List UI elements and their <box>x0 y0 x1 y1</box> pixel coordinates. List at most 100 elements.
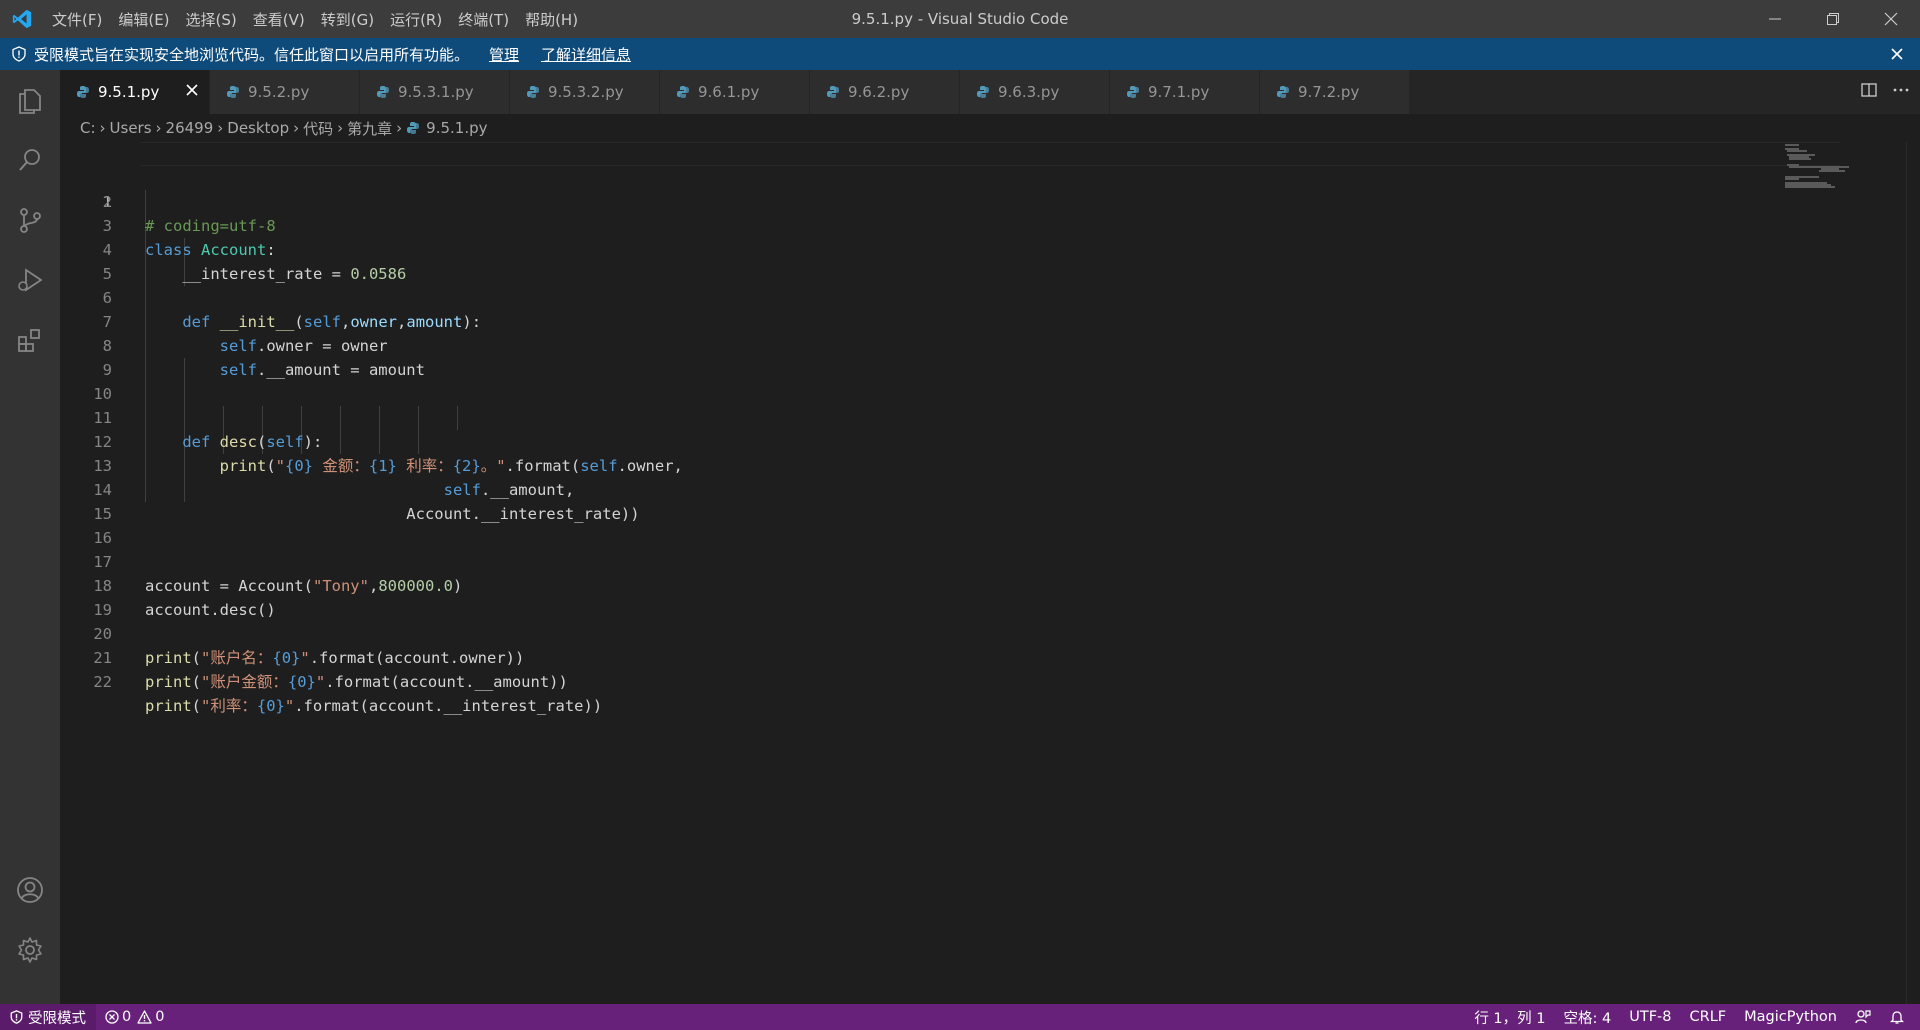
code-line: 7 self.owner = owner <box>60 286 1760 355</box>
string: " <box>284 697 295 715</box>
code-line: 16 <box>60 502 1760 547</box>
chevron-right-icon: › <box>99 119 106 137</box>
chevron-right-icon: › <box>155 119 162 137</box>
chevron-right-icon: › <box>217 119 224 137</box>
activity-bar <box>0 70 60 1004</box>
code-line: 21 print("账户金额：{0}".format(account.__amo… <box>60 622 1760 691</box>
code-line: 11 def desc(self): <box>60 382 1760 451</box>
breadcrumb-item[interactable]: C: <box>80 119 96 137</box>
vertical-scrollbar[interactable] <box>1906 142 1920 1004</box>
tab-9-5-1[interactable]: 9.5.1.py <box>60 70 210 114</box>
code-line: 10 <box>60 358 1760 403</box>
identifier: .format(account.__interest_rate)) <box>294 697 603 715</box>
tab-9-5-2[interactable]: 9.5.2.py <box>210 70 360 114</box>
punct: ( <box>191 697 202 715</box>
problems-indicator[interactable]: 0 0 <box>96 1004 173 1030</box>
ellipsis-icon <box>1893 88 1909 92</box>
close-icon <box>186 84 198 96</box>
minimap[interactable] <box>1785 142 1865 202</box>
menu-selection[interactable]: 选择(S) <box>178 0 245 38</box>
breadcrumb-item[interactable]: 代码 <box>303 118 333 139</box>
string: "利率： <box>201 697 257 715</box>
code-text: print("利率：{0}".format(account.__interest… <box>145 694 602 718</box>
tab-9-5-3-2[interactable]: 9.5.3.2.py <box>510 70 660 114</box>
code-line: 5 <box>60 238 1760 283</box>
split-editor-button[interactable] <box>1860 81 1878 103</box>
eol-setting[interactable]: CRLF <box>1681 1004 1736 1030</box>
editor-actions <box>1860 70 1910 114</box>
breadcrumb-item[interactable]: Desktop <box>227 119 289 137</box>
code-line: 18 account.desc() <box>60 550 1760 619</box>
error-icon <box>105 1010 119 1024</box>
menu-view[interactable]: 查看(V) <box>245 0 313 38</box>
line-number: 22 <box>93 673 112 691</box>
explorer-button[interactable] <box>0 70 60 130</box>
code-line: 9 <box>60 334 1760 379</box>
code-line: 17 account = Account("Tony",800000.0) <box>60 526 1760 595</box>
code-line: 20 print("账户名：{0}".format(account.owner)… <box>60 598 1760 667</box>
menu-help[interactable]: 帮助(H) <box>517 0 586 38</box>
restricted-mode-banner: 受限模式旨在实现安全地浏览代码。信任此窗口以启用所有功能。 管理 了解详细信息 <box>0 38 1920 70</box>
menu-file[interactable]: 文件(F) <box>44 0 110 38</box>
code-line: 22 print("利率：{0}".format(account.__inter… <box>60 646 1760 715</box>
run-debug-button[interactable] <box>0 250 60 310</box>
split-editor-icon <box>1861 83 1877 97</box>
current-line-highlight <box>140 142 1840 166</box>
feedback-button[interactable] <box>1846 1004 1880 1030</box>
python-icon <box>976 85 990 99</box>
menu-run[interactable]: 运行(R) <box>382 0 450 38</box>
code-line: 6 def __init__(self,owner,amount): <box>60 262 1760 331</box>
breadcrumb-item[interactable]: 9.5.1.py <box>426 119 487 137</box>
title-bar: 文件(F) 编辑(E) 选择(S) 查看(V) 转到(G) 运行(R) 终端(T… <box>0 0 1920 38</box>
code-editor[interactable]: 1 # coding=utf-8 2 3 class Account: 4 __… <box>60 142 1860 1004</box>
menu-terminal[interactable]: 终端(T) <box>450 0 517 38</box>
close-window-button[interactable] <box>1862 0 1920 38</box>
tab-9-7-1[interactable]: 9.7.1.py <box>1110 70 1260 114</box>
tab-close-button[interactable] <box>185 83 199 101</box>
warning-count: 0 <box>155 1009 165 1025</box>
more-actions-button[interactable] <box>1892 81 1910 103</box>
restore-icon <box>1827 13 1839 25</box>
account-icon <box>17 877 43 903</box>
language-mode[interactable]: MagicPython <box>1735 1004 1846 1030</box>
manage-settings-button[interactable] <box>0 920 60 980</box>
tab-9-6-1[interactable]: 9.6.1.py <box>660 70 810 114</box>
menu-go[interactable]: 转到(G) <box>313 0 382 38</box>
restricted-mode-indicator[interactable]: 受限模式 <box>0 1004 96 1030</box>
minimize-button[interactable] <box>1746 0 1804 38</box>
tab-9-6-2[interactable]: 9.6.2.py <box>810 70 960 114</box>
chevron-right-icon: › <box>293 119 300 137</box>
minimap-line <box>1785 186 1835 188</box>
breadcrumb-item[interactable]: Users <box>110 119 152 137</box>
code-line: 4 __interest_rate = 0.0586 <box>60 214 1760 283</box>
python-icon <box>76 85 90 99</box>
banner-learn-more-link[interactable]: 了解详细信息 <box>541 44 631 65</box>
run-debug-icon <box>18 268 43 292</box>
encoding-setting[interactable]: UTF-8 <box>1620 1004 1680 1030</box>
banner-manage-link[interactable]: 管理 <box>489 44 519 65</box>
breadcrumb-item[interactable]: 第九章 <box>347 118 392 139</box>
extensions-button[interactable] <box>0 310 60 370</box>
editor-tabs: 9.5.1.py 9.5.2.py 9.5.3.1.py 9.5.3.2.py … <box>60 70 1920 114</box>
notifications-button[interactable] <box>1880 1004 1914 1030</box>
python-icon <box>526 85 540 99</box>
minimap-line <box>1789 158 1811 160</box>
cursor-position[interactable]: 行 1，列 1 <box>1465 1004 1554 1030</box>
tab-9-6-3[interactable]: 9.6.3.py <box>960 70 1110 114</box>
indentation-setting[interactable]: 空格: 4 <box>1554 1004 1620 1030</box>
menu-edit[interactable]: 编辑(E) <box>110 0 177 38</box>
accounts-button[interactable] <box>0 860 60 920</box>
shield-icon <box>10 1010 23 1024</box>
banner-close-button[interactable] <box>1890 38 1904 70</box>
breadcrumb-item[interactable]: 26499 <box>166 119 214 137</box>
tab-label: 9.6.3.py <box>998 83 1060 101</box>
identifier: .format(account.__amount)) <box>325 673 568 691</box>
python-icon <box>406 121 420 135</box>
tab-9-7-2[interactable]: 9.7.2.py <box>1260 70 1410 114</box>
gear-icon <box>18 937 42 963</box>
source-control-icon <box>20 208 41 233</box>
tab-9-5-3-1[interactable]: 9.5.3.1.py <box>360 70 510 114</box>
source-control-button[interactable] <box>0 190 60 250</box>
search-button[interactable] <box>0 130 60 190</box>
restore-button[interactable] <box>1804 0 1862 38</box>
